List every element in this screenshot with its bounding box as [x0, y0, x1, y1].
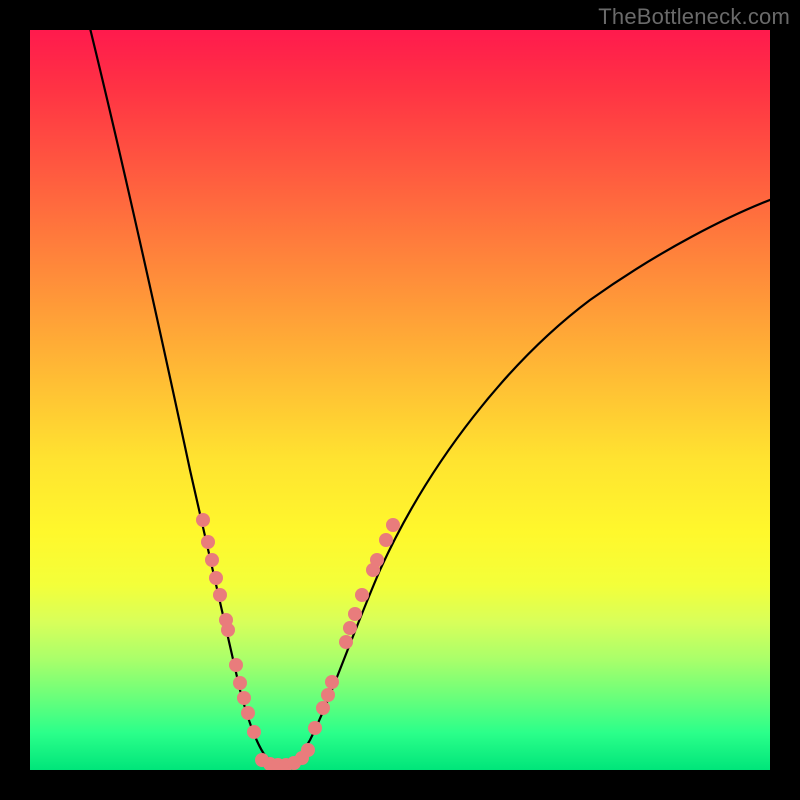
data-point-dot — [343, 621, 357, 635]
curve-left-branch — [88, 30, 282, 765]
data-point-dot — [308, 721, 322, 735]
data-dots-group — [196, 513, 400, 770]
data-point-dot — [221, 623, 235, 637]
data-point-dot — [355, 588, 369, 602]
data-point-dot — [229, 658, 243, 672]
data-point-dot — [301, 743, 315, 757]
data-point-dot — [379, 533, 393, 547]
data-point-dot — [247, 725, 261, 739]
data-point-dot — [325, 675, 339, 689]
data-point-dot — [348, 607, 362, 621]
data-point-dot — [316, 701, 330, 715]
data-point-dot — [201, 535, 215, 549]
data-point-dot — [209, 571, 223, 585]
data-point-dot — [321, 688, 335, 702]
data-point-dot — [339, 635, 353, 649]
curve-right-branch — [282, 198, 770, 765]
data-point-dot — [233, 676, 247, 690]
data-point-dot — [241, 706, 255, 720]
data-point-dot — [205, 553, 219, 567]
data-point-dot — [386, 518, 400, 532]
watermark-text: TheBottleneck.com — [598, 4, 790, 30]
data-point-dot — [213, 588, 227, 602]
data-point-dot — [196, 513, 210, 527]
data-point-dot — [237, 691, 251, 705]
bottleneck-curve-svg — [30, 30, 770, 770]
chart-plot-area — [30, 30, 770, 770]
data-point-dot — [370, 553, 384, 567]
